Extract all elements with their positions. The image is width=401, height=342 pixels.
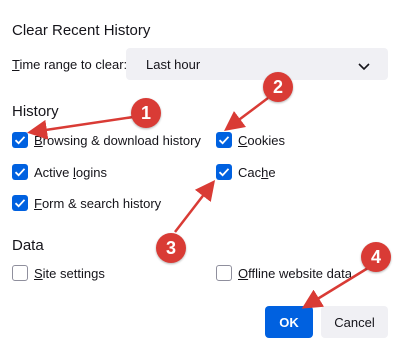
cache-label[interactable]: Cache xyxy=(238,165,276,180)
time-range-select[interactable]: Last hour xyxy=(126,48,388,80)
check-icon xyxy=(14,199,26,208)
form-search-text: orm & search history xyxy=(41,196,162,211)
check-icon xyxy=(218,168,230,177)
offline-data-accesskey: O xyxy=(238,266,249,281)
form-search-history-label[interactable]: Form & search history xyxy=(34,196,161,211)
check-icon xyxy=(14,168,26,177)
clear-history-dialog: Clear Recent History Time range to clear… xyxy=(0,0,401,342)
browsing-history-checkbox[interactable] xyxy=(12,132,28,148)
browsing-history-text: rowsing & download history xyxy=(42,133,201,148)
time-range-label: Time range to clear: xyxy=(12,57,127,72)
form-search-history-checkbox[interactable] xyxy=(12,195,28,211)
offline-website-data-label[interactable]: Offline website data xyxy=(238,266,352,281)
cookies-accesskey: C xyxy=(238,133,248,148)
data-heading: Data xyxy=(12,237,44,254)
active-logins-checkbox[interactable] xyxy=(12,164,28,180)
time-range-label-text: ime range to clear: xyxy=(19,57,128,72)
browsing-history-label[interactable]: Browsing & download history xyxy=(34,133,201,148)
time-range-value: Last hour xyxy=(146,57,201,72)
cookies-text: ookies xyxy=(247,133,285,148)
site-settings-text: ite settings xyxy=(42,266,105,281)
site-settings-accesskey: S xyxy=(34,266,43,281)
ok-button[interactable]: OK xyxy=(265,306,313,338)
browsing-history-accesskey: B xyxy=(34,133,43,148)
chevron-down-icon xyxy=(358,59,370,74)
cache-text-end: e xyxy=(268,165,276,180)
offline-data-text: ffline website data xyxy=(248,266,352,281)
cookies-label[interactable]: Cookies xyxy=(238,133,285,148)
check-icon xyxy=(218,136,230,145)
annotation-badge-4: 4 xyxy=(361,242,391,272)
offline-website-data-checkbox[interactable] xyxy=(216,265,232,281)
check-icon xyxy=(14,136,26,145)
site-settings-checkbox[interactable] xyxy=(12,265,28,281)
cache-checkbox[interactable] xyxy=(216,164,232,180)
annotation-badge-2: 2 xyxy=(263,72,293,102)
cancel-button[interactable]: Cancel xyxy=(321,306,388,338)
site-settings-label[interactable]: Site settings xyxy=(34,266,105,281)
active-logins-text-start: Active xyxy=(34,165,74,180)
dialog-title: Clear Recent History xyxy=(12,22,151,39)
cache-text-start: Cac xyxy=(238,165,262,180)
active-logins-text-end: ogins xyxy=(75,165,107,180)
history-heading: History xyxy=(12,103,59,120)
annotation-badge-3: 3 xyxy=(156,233,186,263)
form-search-accesskey: F xyxy=(34,196,42,211)
annotation-badge-1: 1 xyxy=(131,98,161,128)
cookies-checkbox[interactable] xyxy=(216,132,232,148)
active-logins-label[interactable]: Active logins xyxy=(34,165,107,180)
